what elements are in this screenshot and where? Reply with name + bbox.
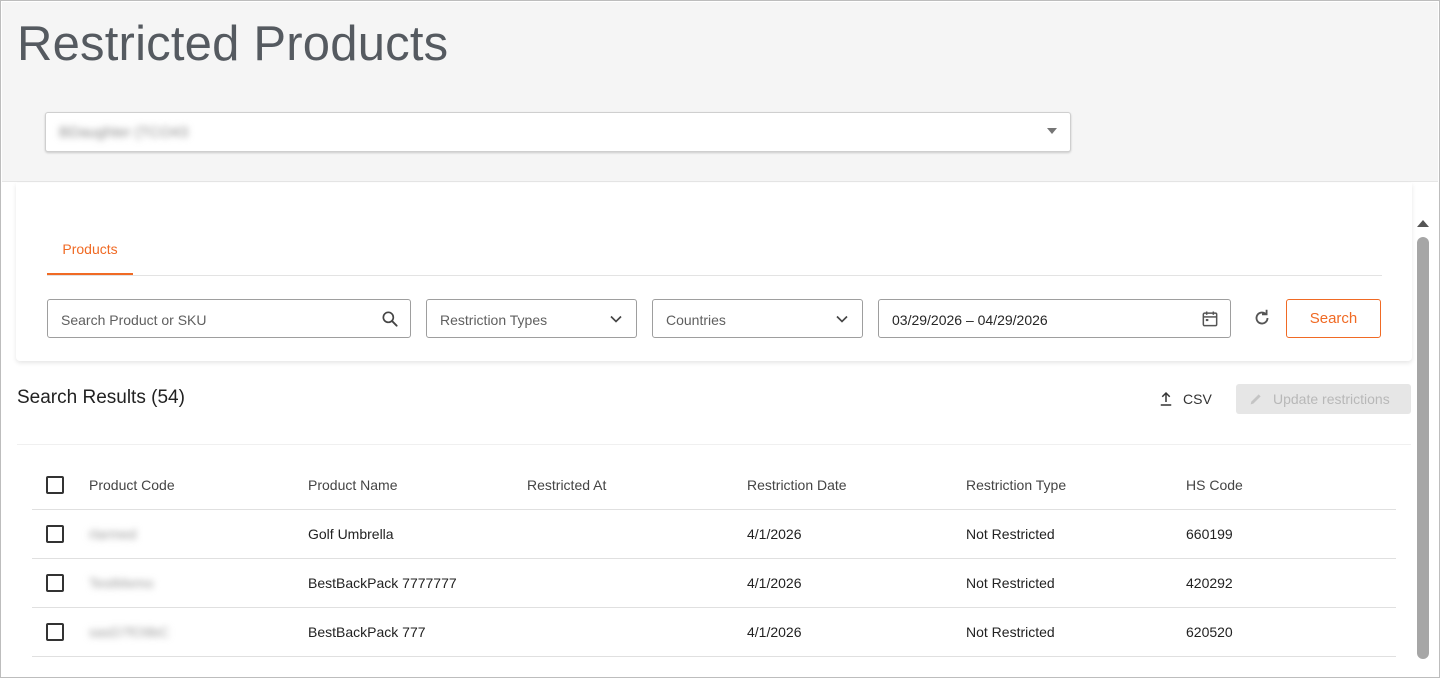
- column-header-product-code[interactable]: Product Code: [89, 460, 175, 509]
- csv-label: CSV: [1183, 391, 1212, 407]
- filter-panel: Products Search Product or SKU Restricti…: [16, 183, 1412, 361]
- search-button[interactable]: Search: [1286, 299, 1381, 338]
- column-header-restriction-type[interactable]: Restriction Type: [966, 460, 1066, 509]
- column-header-hs-code[interactable]: HS Code: [1186, 460, 1243, 509]
- scrollbar-thumb[interactable]: [1417, 237, 1429, 659]
- update-restrictions-label: Update restrictions: [1273, 391, 1390, 407]
- product-code: TestMemo: [89, 575, 154, 591]
- chevron-down-icon: [610, 315, 622, 323]
- row-checkbox[interactable]: [46, 574, 64, 592]
- row-checkbox[interactable]: [46, 525, 64, 543]
- product-code: rlarmed: [89, 526, 137, 542]
- app-window: Restricted Products BDaughter (TCO43 Pro…: [0, 0, 1440, 678]
- row-select-cell: [46, 608, 64, 656]
- vertical-scrollbar[interactable]: [1415, 214, 1431, 664]
- search-product-input[interactable]: Search Product or SKU: [47, 299, 411, 338]
- row-select-cell: [46, 559, 64, 607]
- pencil-icon: [1250, 394, 1261, 405]
- table-row[interactable]: sasD7fO9bC BestBackPack 777 4/1/2026 Not…: [32, 608, 1396, 657]
- search-product-placeholder: Search Product or SKU: [61, 312, 207, 328]
- page-header: Restricted Products BDaughter (TCO43: [2, 2, 1438, 182]
- restriction-date: 4/1/2026: [747, 575, 802, 591]
- hs-code: 620520: [1186, 624, 1233, 640]
- caret-down-icon: [1047, 128, 1057, 134]
- countries-label: Countries: [666, 312, 726, 328]
- table-header-row: Product Code Product Name Restricted At …: [32, 460, 1396, 510]
- table-row[interactable]: rlarmed Golf Umbrella 4/1/2026 Not Restr…: [32, 510, 1396, 559]
- countries-select[interactable]: Countries: [652, 299, 863, 338]
- product-name: BestBackPack 777: [308, 624, 426, 640]
- chevron-down-icon: [836, 315, 848, 323]
- divider: [17, 444, 1411, 445]
- select-all-cell: [46, 460, 64, 509]
- table-row[interactable]: TestMemo BestBackPack 7777777 4/1/2026 N…: [32, 559, 1396, 608]
- hs-code: 660199: [1186, 526, 1233, 542]
- product-name: Golf Umbrella: [308, 526, 394, 542]
- column-header-restricted-at[interactable]: Restricted At: [527, 460, 606, 509]
- product-code: sasD7fO9bC: [89, 624, 170, 640]
- account-select-value: BDaughter (TCO43: [59, 124, 189, 141]
- update-restrictions-button[interactable]: Update restrictions: [1236, 384, 1411, 414]
- product-name: BestBackPack 7777777: [308, 575, 457, 591]
- refresh-icon[interactable]: [1251, 307, 1273, 329]
- restriction-type: Not Restricted: [966, 526, 1055, 542]
- scroll-up-arrow-icon[interactable]: [1417, 220, 1429, 227]
- restriction-types-label: Restriction Types: [440, 312, 548, 328]
- account-select[interactable]: BDaughter (TCO43: [45, 112, 1071, 152]
- restriction-type: Not Restricted: [966, 624, 1055, 640]
- export-csv-button[interactable]: CSV: [1157, 387, 1212, 411]
- hs-code: 420292: [1186, 575, 1233, 591]
- upload-icon: [1160, 391, 1172, 406]
- date-range-input[interactable]: 03/29/2026 – 04/29/2026: [878, 299, 1231, 338]
- restriction-types-select[interactable]: Restriction Types: [426, 299, 637, 338]
- calendar-icon[interactable]: [1200, 309, 1220, 329]
- restriction-date: 4/1/2026: [747, 526, 802, 542]
- tab-products-label: Products: [62, 241, 118, 257]
- restriction-date: 4/1/2026: [747, 624, 802, 640]
- page-title: Restricted Products: [17, 17, 449, 71]
- column-header-restriction-date[interactable]: Restriction Date: [747, 460, 847, 509]
- select-all-checkbox[interactable]: [46, 475, 64, 494]
- column-header-product-name[interactable]: Product Name: [308, 460, 397, 509]
- row-select-cell: [46, 510, 64, 558]
- results-table: Product Code Product Name Restricted At …: [32, 460, 1396, 657]
- search-icon[interactable]: [380, 309, 400, 329]
- results-title: Search Results (54): [17, 387, 185, 408]
- restriction-type: Not Restricted: [966, 575, 1055, 591]
- row-checkbox[interactable]: [46, 623, 64, 641]
- tab-products[interactable]: Products: [47, 241, 133, 275]
- tab-divider: [47, 275, 1382, 276]
- date-range-value: 03/29/2026 – 04/29/2026: [892, 312, 1048, 328]
